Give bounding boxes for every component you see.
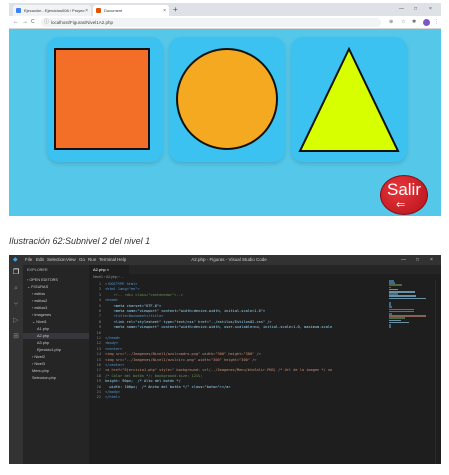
browser-tab-2[interactable]: Document × — [93, 5, 169, 16]
close-window-button[interactable]: × — [429, 5, 432, 13]
zoom-icon[interactable]: ⊕ — [389, 18, 393, 27]
explorer-item[interactable]: A1.php — [23, 326, 89, 332]
figure-caption: Ilustración 62:Subnivel 2 del nivel 1 — [9, 236, 151, 246]
reload-button[interactable]: C — [31, 18, 35, 27]
square-shape — [54, 48, 150, 150]
tab-a2-php[interactable]: A2.php × — [89, 265, 129, 274]
star-icon[interactable]: ☆ — [401, 18, 405, 27]
files-icon[interactable]: ❐ — [12, 269, 20, 277]
extensions-icon[interactable]: ⊞ — [12, 333, 20, 341]
minimap-line — [389, 310, 414, 313]
vscode-logo-icon: ◆ — [13, 257, 18, 263]
close-window-button[interactable]: × — [430, 256, 433, 264]
avatar[interactable] — [423, 19, 430, 26]
code-line: width: 100px; /* Ancho del botón */" cla… — [105, 384, 231, 389]
line-number: 22 — [96, 395, 101, 400]
explorer-item[interactable]: › estilos3 — [23, 305, 89, 311]
menu-go[interactable]: Go — [79, 257, 85, 263]
minimap[interactable] — [389, 280, 429, 340]
explorer-header: EXPLORER — [27, 268, 48, 272]
explorer-item[interactable]: Menu.php — [23, 368, 89, 374]
explorer-item[interactable]: A2.php — [23, 333, 89, 339]
tab-label: Ejecución - Ejercicios008 / Proyec — [24, 8, 85, 13]
menu-terminal[interactable]: Terminal — [99, 257, 116, 263]
activity-bar: ❐ ⌕ ⑂ ▷ ⊞ — [9, 265, 23, 464]
code-editor[interactable]: 1 <!DOCTYPE html> 2 <html lang="en"> 3 <!-- … — [89, 280, 389, 464]
circle-card[interactable] — [169, 37, 285, 162]
code-line: <img src="../Imagenes/Nivel1/azulcirc.pn… — [105, 357, 257, 362]
menu-help[interactable]: Help — [117, 257, 126, 263]
editor-scrollbar[interactable] — [435, 280, 441, 464]
close-icon[interactable]: × — [163, 8, 166, 14]
menu-run[interactable]: Run — [88, 257, 96, 263]
browser-screenshot: Ejecución - Ejercicios008 / Proyec × Doc… — [9, 3, 441, 216]
triangle-shape — [298, 46, 400, 152]
explorer-item[interactable]: ⌄ Nivel1 — [23, 319, 89, 325]
square-card[interactable] — [47, 37, 163, 162]
menu-edit[interactable]: Edit — [36, 257, 44, 263]
salir-label: Salir — [386, 180, 421, 199]
forward-button[interactable]: → — [22, 18, 28, 27]
minimize-button[interactable]: — — [401, 256, 406, 264]
source-control-icon[interactable]: ⑂ — [12, 301, 20, 309]
explorer-sidebar: EXPLORER › OPEN EDITORS ⌄ FIGURAS › estilo… — [23, 265, 89, 464]
doc-icon — [16, 8, 21, 13]
browser-tab-bar: Ejecución - Ejercicios008 / Proyec × Doc… — [9, 3, 441, 16]
minimap-line — [389, 321, 410, 324]
minimap-line — [389, 326, 392, 328]
maximize-button[interactable]: □ — [416, 256, 419, 264]
back-arrow-icon: ⇐ — [396, 199, 406, 211]
menu-icon[interactable]: ⋮ — [434, 18, 439, 27]
tab-label: Document — [104, 8, 123, 13]
search-icon[interactable]: ⌕ — [12, 285, 20, 293]
explorer-item[interactable]: ⌄ FIGURAS — [23, 284, 89, 290]
explorer-item[interactable]: › OPEN EDITORS — [23, 277, 89, 283]
explorer-item[interactable]: › estilos2 — [23, 298, 89, 304]
circle-shape — [176, 48, 278, 150]
explorer-item[interactable]: Ejercicio1.php — [23, 347, 89, 353]
maximize-button[interactable]: □ — [414, 5, 417, 13]
minimize-button[interactable]: — — [399, 5, 404, 13]
browser-toolbar: ← → C ⓘ localhost/Figuras/Nivel1A2.php ⊕… — [9, 16, 441, 29]
html-icon — [96, 8, 101, 13]
new-tab-button[interactable]: + — [173, 5, 178, 14]
menu-view[interactable]: View — [66, 257, 76, 263]
code-line: <meta name="viewport" content="width=dev… — [105, 325, 333, 330]
window-title: A2.php - Figuras - Visual Studio Code — [191, 257, 267, 262]
salir-button[interactable]: Salir ⇐ — [380, 175, 428, 215]
code-line: </html> — [105, 395, 121, 400]
address-text: localhost/Figuras/Nivel1A2.php — [51, 20, 114, 25]
explorer-item[interactable]: › Nivel2 — [23, 354, 89, 360]
close-icon[interactable]: × — [85, 8, 88, 14]
explorer-item[interactable]: Seleccion.php — [23, 375, 89, 381]
explorer-item[interactable]: A3.php — [23, 340, 89, 346]
back-button[interactable]: ← — [13, 18, 19, 27]
editor-tab-bar: A2.php × — [89, 265, 441, 274]
explorer-item[interactable]: › Imagenes — [23, 312, 89, 318]
extensions-icon[interactable]: ✱ — [412, 18, 416, 27]
minimap-line — [389, 297, 426, 300]
menu-file[interactable]: File — [25, 257, 32, 263]
address-bar[interactable]: ⓘ localhost/Figuras/Nivel1A2.php — [41, 18, 381, 27]
triangle-card[interactable] — [291, 37, 407, 162]
browser-tab-1[interactable]: Ejecución - Ejercicios008 / Proyec × — [13, 5, 91, 16]
info-icon: ⓘ — [44, 19, 50, 25]
run-icon[interactable]: ▷ — [12, 317, 20, 325]
explorer-item[interactable]: › Nivel3 — [23, 361, 89, 367]
vscode-title-bar: ◆ File Edit Selection View Go Run Termin… — [9, 255, 441, 265]
vscode-screenshot: ◆ File Edit Selection View Go Run Termin… — [9, 255, 441, 464]
menu-selection[interactable]: Selection — [47, 257, 66, 263]
explorer-item[interactable]: › estilos — [23, 291, 89, 297]
